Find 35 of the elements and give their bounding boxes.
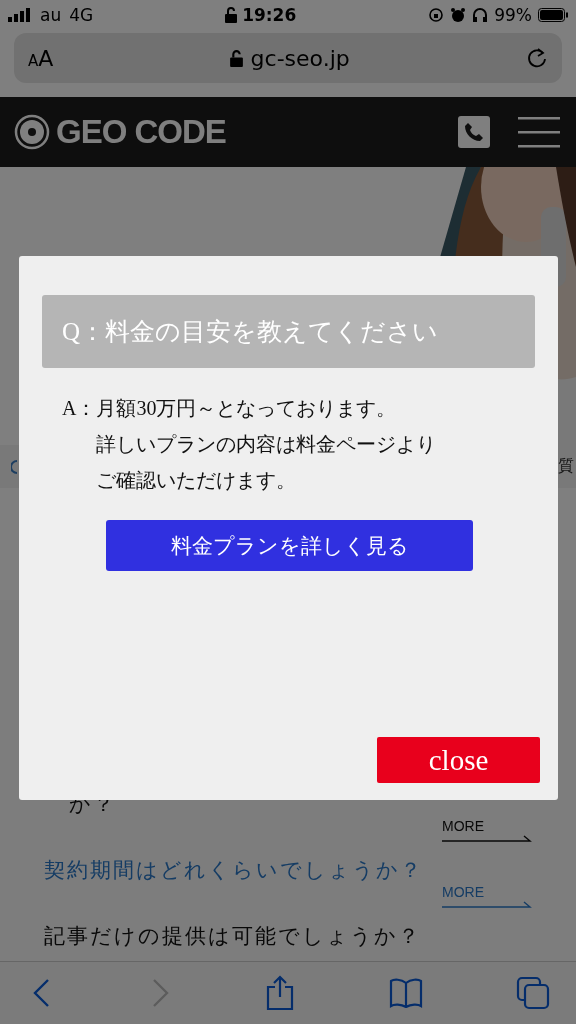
more-link[interactable]: MORE (442, 818, 532, 842)
question-heading: Q：料金の目安を教えてください (42, 295, 535, 368)
share-button[interactable] (265, 975, 295, 1011)
faq-question[interactable]: 契約期間はどれくらいでしょうか？ (44, 856, 532, 884)
answer-text: 詳しいプランの内容は料金ページより (96, 432, 437, 457)
network-type: 4G (69, 5, 94, 25)
signal-icon (8, 8, 32, 22)
alarm-icon (450, 7, 467, 23)
logo-emblem-icon (14, 114, 50, 150)
phone-icon[interactable] (458, 116, 490, 148)
menu-icon[interactable] (518, 116, 560, 148)
reload-icon[interactable] (526, 47, 548, 69)
url-text: gc-seo.jp (250, 45, 350, 71)
headphones-icon (472, 7, 489, 23)
bookmarks-button[interactable] (388, 978, 423, 1008)
battery-percent: 99% (494, 5, 532, 25)
strip-text: 質 (558, 456, 574, 477)
answer-label: A： (62, 396, 97, 421)
answer-text: ご確認いただけます。 (96, 468, 297, 493)
clock-time: 19:26 (242, 5, 297, 25)
address-bar[interactable]: AA gc-seo.jp (14, 33, 562, 83)
pricing-plan-button[interactable]: 料金プランを詳しく見る (106, 520, 473, 571)
arc-icon (11, 458, 17, 475)
close-button[interactable]: close (377, 737, 540, 783)
answer-text: 月額30万円～となっております。 (96, 396, 397, 421)
text-size-button[interactable]: AA (28, 45, 54, 71)
battery-icon (538, 8, 568, 22)
rotation-lock-icon (428, 7, 445, 23)
carrier: au (40, 5, 62, 25)
lock-icon (229, 49, 243, 67)
faq-question: 記事だけの提供は可能でしょうか？ (44, 923, 422, 950)
logo-text[interactable]: GEO CODE (56, 113, 226, 151)
tabs-button[interactable] (516, 976, 550, 1010)
more-link[interactable]: MORE (442, 884, 532, 908)
lock-icon (225, 7, 238, 23)
